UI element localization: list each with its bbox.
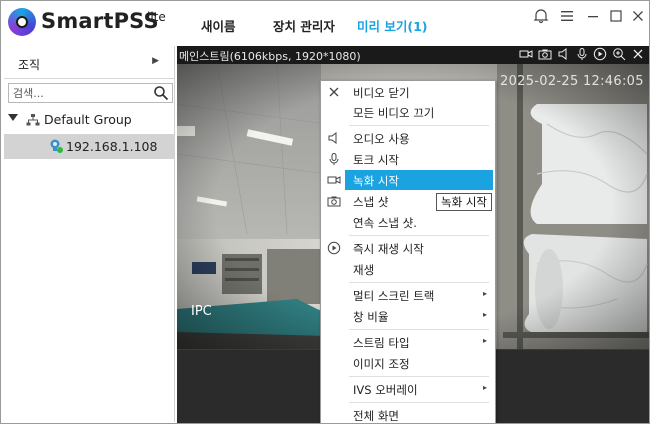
snapshot-icon[interactable] [538,47,552,61]
menu-item-label: IVS 오버레이 [353,383,418,397]
play-icon[interactable] [593,47,607,61]
menu-item-start-talk[interactable]: 토크 시작 [321,149,495,169]
search-box [8,83,173,103]
channel-label: IPC [191,304,212,319]
stream-info: 메인스트림(6106kbps, 1920*1080) [179,50,361,63]
tree-device-item[interactable]: 192.168.1.108 [4,134,175,159]
left-panel: 조직 ▶ Default Group 192.168.1.108 [4,46,175,422]
maximize-icon[interactable] [607,8,625,26]
tooltip: 녹화 시작 [436,193,492,211]
smartpss-logo-icon [8,8,36,36]
submenu-arrow-icon: ▸ [482,383,487,392]
menu-separator [349,235,489,236]
menu-item-continuous-snapshot[interactable]: 연속 스냅 샷. [321,212,495,232]
search-icon[interactable] [153,85,169,101]
app-edition: lite [147,10,166,24]
menu-separator [349,282,489,283]
menu-item-full-screen[interactable]: 전체 화면 [321,405,495,423]
organization-label: 조직 [18,58,41,72]
menu-item-label: 스냅 샷 [353,195,389,209]
context-menu: 비디오 닫기 모든 비디오 끄기 오디오 사용 토크 시작 녹화 시작 스냅 샷… [320,80,496,423]
menu-item-label: 멀티 스크린 트랙 [353,289,435,303]
microphone-icon [329,153,339,165]
chevron-right-icon: ▶ [152,56,159,66]
tab-new[interactable]: 새이름 [201,16,236,35]
play-icon [327,241,341,255]
menu-item-label: 즉시 재생 시작 [353,242,424,256]
video-header: 메인스트림(6106kbps, 1920*1080) [177,46,649,64]
menu-item-stream-type[interactable]: 스트림 타입 ▸ [321,332,495,352]
record-icon [327,176,341,184]
zoom-icon[interactable] [612,47,626,61]
menu-item-instant-playback[interactable]: 즉시 재생 시작 [321,238,495,258]
menu-item-label: 창 비율 [353,310,389,324]
menu-item-label: 이미지 조정 [353,357,410,371]
close-video-icon[interactable] [631,47,645,61]
tree-group-default[interactable]: Default Group [4,109,175,131]
menu-separator [349,376,489,377]
menu-item-window-ratio[interactable]: 창 비율 ▸ [321,306,495,326]
device-ip-label: 192.168.1.108 [66,139,158,154]
menu-item-label: 비디오 닫기 [353,86,410,100]
search-input[interactable] [13,85,148,101]
menu-item-label: 토크 시작 [353,153,399,167]
menu-item-label: 스트림 타입 [353,336,410,350]
submenu-arrow-icon: ▸ [482,289,487,298]
camera-device-icon [50,139,63,153]
app-window: SmartPSS lite 새이름 장치 관리자 미리 보기(1) 조직 ▶ 검… [0,0,650,424]
caret-down-icon[interactable] [8,114,18,121]
menu-item-start-recording[interactable]: 녹화 시작 [345,170,493,190]
camera-icon [327,196,341,207]
settings-menu-icon[interactable] [558,8,576,26]
menu-item-close-video[interactable]: 비디오 닫기 [321,82,495,102]
record-icon[interactable] [519,47,533,61]
tree-group-label: Default Group [44,112,132,127]
app-name: SmartPSS [41,9,159,33]
menu-item-label: 연속 스냅 샷. [353,216,417,230]
minimize-icon[interactable] [584,8,602,26]
close-icon [329,87,339,97]
menu-item-label: 모든 비디오 끄기 [353,106,435,120]
menu-item-playback[interactable]: 재생 [321,259,495,279]
tab-live-view[interactable]: 미리 보기(1) [357,16,427,35]
close-window-icon[interactable] [629,8,647,26]
menu-item-label: 오디오 사용 [353,132,410,146]
menu-item-ivs-overlay[interactable]: IVS 오버레이 ▸ [321,379,495,399]
organization-header[interactable]: 조직 ▶ [4,46,175,79]
menu-item-close-all-videos[interactable]: 모든 비디오 끄기 [321,102,495,122]
title-bar: SmartPSS lite 새이름 장치 관리자 미리 보기(1) [1,1,649,45]
menu-item-label: 전체 화면 [353,409,399,423]
submenu-arrow-icon: ▸ [482,336,487,345]
notification-icon[interactable] [532,8,550,26]
menu-item-image-adjust[interactable]: 이미지 조정 [321,353,495,373]
menu-item-multi-screen-track[interactable]: 멀티 스크린 트랙 ▸ [321,285,495,305]
menu-item-label: 녹화 시작 [353,174,399,188]
menu-item-label: 재생 [353,263,375,277]
audio-icon[interactable] [557,47,571,61]
org-tree-icon [26,114,40,126]
menu-separator [349,329,489,330]
menu-item-enable-audio[interactable]: 오디오 사용 [321,128,495,148]
submenu-arrow-icon: ▸ [482,310,487,319]
menu-separator [349,125,489,126]
mic-icon[interactable] [575,47,589,61]
speaker-icon [328,132,337,144]
tab-device-manager[interactable]: 장치 관리자 [273,16,335,35]
menu-separator [349,402,489,403]
video-timestamp: 2025-02-25 12:46:05 [500,74,644,89]
